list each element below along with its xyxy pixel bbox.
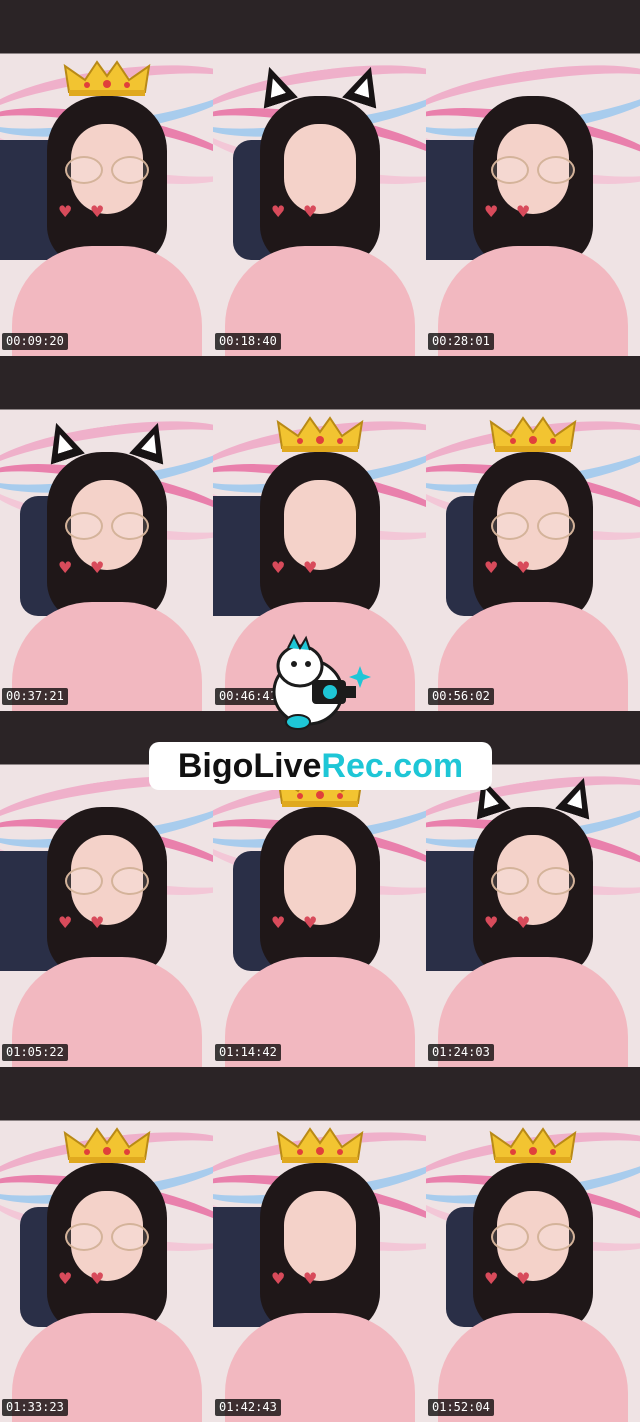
glasses bbox=[491, 156, 575, 184]
crown-icon bbox=[63, 1125, 151, 1165]
frame-timestamp: 00:37:21 bbox=[2, 688, 68, 705]
heart-icon: ♥ bbox=[90, 913, 105, 932]
heart-icon: ♥ bbox=[58, 913, 73, 932]
frame-timestamp: 00:09:20 bbox=[2, 332, 68, 350]
streamer-figure bbox=[438, 451, 628, 711]
frame-timestamp: 01:33:23 bbox=[2, 1399, 68, 1416]
heart-icon: ♥ bbox=[484, 1268, 499, 1288]
crown-icon bbox=[489, 414, 577, 454]
streamer-figure bbox=[224, 451, 415, 711]
heart-icon: ♥ bbox=[303, 557, 318, 577]
watermark-banner: BigoLive Rec.com bbox=[149, 742, 492, 790]
streamer-figure bbox=[11, 96, 202, 356]
video-frame-tile: ♥ ♥ 00:18:40 bbox=[213, 0, 426, 356]
frame-timestamp: 01:05:22 bbox=[2, 1043, 68, 1061]
frame-timestamp: 01:14:42 bbox=[215, 1043, 281, 1061]
streamer-figure bbox=[224, 1162, 415, 1422]
heart-icon: ♥ bbox=[271, 913, 286, 932]
heart-icon: ♥ bbox=[516, 913, 531, 932]
heart-icon: ♥ bbox=[303, 913, 318, 932]
crown-icon bbox=[489, 1125, 577, 1165]
heart-icon: ♥ bbox=[516, 557, 531, 577]
glasses bbox=[491, 511, 575, 540]
heart-icon: ♥ bbox=[484, 557, 499, 577]
crown-icon bbox=[276, 414, 364, 454]
glasses bbox=[491, 867, 575, 895]
glasses bbox=[491, 1222, 575, 1251]
streamer-figure bbox=[438, 1162, 628, 1422]
glasses bbox=[64, 156, 149, 184]
crown-icon bbox=[63, 58, 151, 98]
glasses bbox=[64, 1222, 149, 1251]
heart-icon: ♥ bbox=[90, 202, 105, 221]
frame-timestamp: 00:28:01 bbox=[428, 332, 494, 350]
cat-ears-icon bbox=[44, 422, 170, 462]
heart-icon: ♥ bbox=[58, 557, 73, 577]
heart-icon: ♥ bbox=[484, 202, 499, 221]
crown-icon bbox=[276, 1125, 364, 1165]
watermark-text-accent: Rec.com bbox=[321, 746, 464, 785]
streamer-figure bbox=[11, 1162, 202, 1422]
frame-timestamp: 00:56:02 bbox=[428, 688, 494, 705]
heart-icon: ♥ bbox=[271, 1268, 286, 1288]
video-frame-tile: ♥ ♥ 00:28:01 bbox=[426, 0, 640, 356]
heart-icon: ♥ bbox=[516, 202, 531, 221]
heart-icon: ♥ bbox=[58, 202, 73, 221]
glasses bbox=[64, 867, 149, 895]
heart-icon: ♥ bbox=[271, 557, 286, 577]
frame-timestamp: 01:52:04 bbox=[428, 1399, 494, 1416]
frame-timestamp: 01:24:03 bbox=[428, 1043, 494, 1061]
streamer-figure bbox=[11, 807, 202, 1067]
frame-timestamp: 00:18:40 bbox=[215, 332, 281, 350]
video-frame-tile: ♥ ♥ 01:42:43 bbox=[213, 1066, 426, 1422]
heart-icon: ♥ bbox=[516, 1268, 531, 1288]
heart-icon: ♥ bbox=[90, 1268, 105, 1288]
video-frame-tile: ♥ ♥ 01:52:04 bbox=[426, 1066, 640, 1422]
watermark-text-dark: BigoLive bbox=[177, 746, 322, 785]
streamer-figure bbox=[224, 96, 415, 356]
heart-icon: ♥ bbox=[303, 202, 318, 221]
video-frame-tile: ♥ ♥ 00:56:02 bbox=[426, 355, 640, 711]
heart-icon: ♥ bbox=[303, 1268, 318, 1288]
frame-timestamp: 01:42:43 bbox=[215, 1399, 281, 1416]
heart-icon: ♥ bbox=[90, 557, 105, 577]
heart-icon: ♥ bbox=[58, 1268, 73, 1288]
streamer-figure bbox=[438, 96, 628, 356]
video-frame-tile: ♥ ♥ 00:37:21 bbox=[0, 355, 213, 711]
glasses bbox=[64, 511, 149, 540]
thumbnail-sheet: ♥ ♥ 00:09:20 ♥ ♥ 00:18:40 ♥ ♥ 00:28:01 ♥ ♥ 00:37:21… bbox=[0, 0, 640, 1422]
heart-icon: ♥ bbox=[484, 913, 499, 932]
bigo-mascot-icon bbox=[268, 632, 372, 732]
video-frame-tile: ♥ ♥ 01:33:23 bbox=[0, 1066, 213, 1422]
streamer-figure bbox=[438, 807, 628, 1067]
heart-icon: ♥ bbox=[271, 202, 286, 221]
video-frame-tile: ♥ ♥ 00:09:20 bbox=[0, 0, 213, 356]
streamer-figure bbox=[224, 807, 415, 1067]
cat-ears-icon bbox=[257, 66, 383, 106]
streamer-figure bbox=[11, 451, 202, 711]
